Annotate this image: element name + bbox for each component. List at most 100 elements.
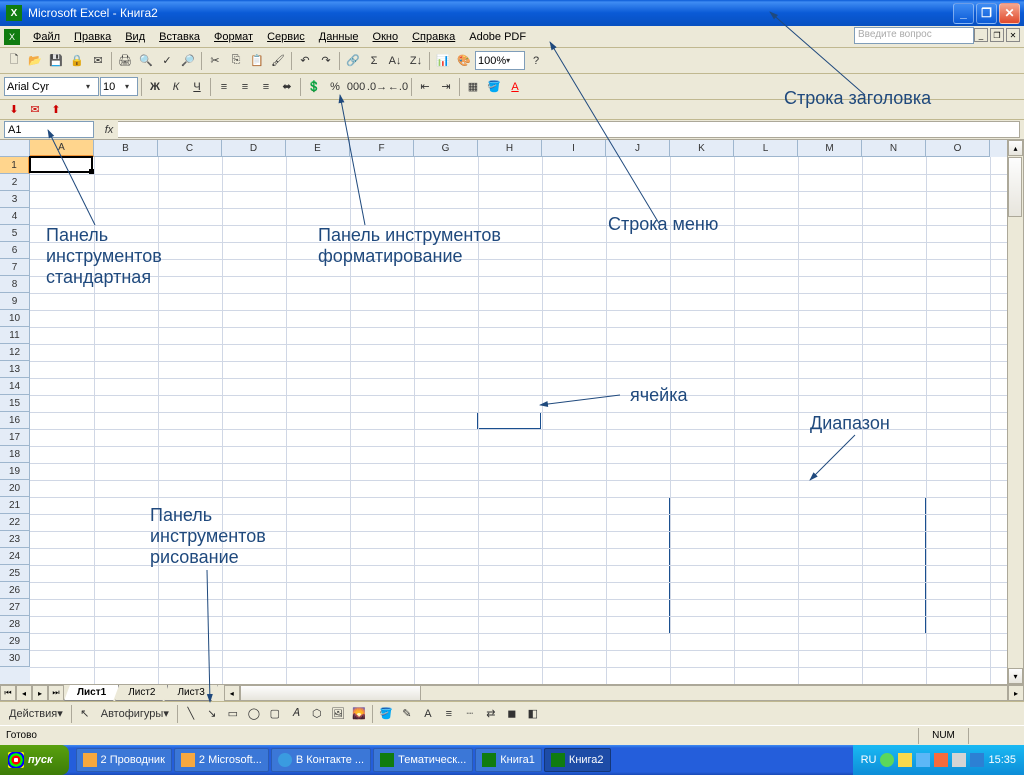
tray-icon-3[interactable] — [916, 753, 930, 767]
row-header-7[interactable]: 7 — [0, 259, 30, 276]
tray-clock[interactable]: 15:35 — [988, 754, 1016, 766]
menu-format[interactable]: Формат — [207, 29, 260, 45]
tray-icon-4[interactable] — [934, 753, 948, 767]
wordart-icon[interactable]: 𝐴 — [286, 704, 306, 724]
decrease-indent-icon[interactable]: ⇤ — [415, 77, 435, 97]
row-headers[interactable]: 1234567891011121314151617181920212223242… — [0, 157, 30, 684]
cells-area[interactable] — [30, 157, 1007, 684]
menu-insert[interactable]: Вставка — [152, 29, 207, 45]
prev-sheet-icon[interactable]: ◂ — [16, 685, 32, 701]
sort-asc-icon[interactable]: A↓ — [385, 51, 405, 71]
row-header-1[interactable]: 1 — [0, 157, 30, 174]
print-icon[interactable]: 🖨 — [115, 51, 135, 71]
row-header-4[interactable]: 4 — [0, 208, 30, 225]
row-header-24[interactable]: 24 — [0, 548, 30, 565]
autoshapes-menu[interactable]: Автофигуры ▾ — [96, 704, 174, 724]
col-header-B[interactable]: B — [94, 140, 158, 157]
fx-icon[interactable]: fx — [100, 124, 118, 136]
col-header-O[interactable]: O — [926, 140, 990, 157]
scroll-up-icon[interactable]: ▴ — [1008, 140, 1023, 156]
scroll-right-icon[interactable]: ▸ — [1008, 685, 1024, 701]
col-header-C[interactable]: C — [158, 140, 222, 157]
taskbar-item[interactable]: В Контакте ... — [271, 748, 371, 772]
col-header-M[interactable]: M — [798, 140, 862, 157]
comma-icon[interactable]: 000 — [346, 77, 366, 97]
taskbar-item[interactable]: Книга1 — [475, 748, 542, 772]
col-header-K[interactable]: K — [670, 140, 734, 157]
textbox-icon[interactable]: ▢ — [265, 704, 285, 724]
3d-icon[interactable]: ◧ — [523, 704, 543, 724]
taskbar-item[interactable]: Тематическ... — [373, 748, 473, 772]
line-style-icon[interactable]: ≡ — [439, 704, 459, 724]
row-header-22[interactable]: 22 — [0, 514, 30, 531]
help-icon[interactable]: ? — [526, 51, 546, 71]
row-header-18[interactable]: 18 — [0, 446, 30, 463]
row-header-17[interactable]: 17 — [0, 429, 30, 446]
pdf-review-icon[interactable]: ⬆ — [46, 100, 66, 120]
menu-help[interactable]: Справка — [405, 29, 462, 45]
sheet-tab-2[interactable]: Лист2 — [115, 685, 168, 701]
name-box[interactable]: A1 — [4, 121, 94, 138]
vscroll-thumb[interactable] — [1008, 157, 1022, 217]
app-menu-icon[interactable]: X — [4, 29, 20, 45]
drawing-icon[interactable]: 🎨 — [454, 51, 474, 71]
col-header-L[interactable]: L — [734, 140, 798, 157]
system-tray[interactable]: RU 15:35 — [853, 745, 1024, 775]
select-objects-icon[interactable]: ↖ — [75, 704, 95, 724]
row-header-11[interactable]: 11 — [0, 327, 30, 344]
merge-center-icon[interactable]: ⬌ — [277, 77, 297, 97]
align-center-icon[interactable]: ≡ — [235, 77, 255, 97]
row-header-12[interactable]: 12 — [0, 344, 30, 361]
row-header-14[interactable]: 14 — [0, 378, 30, 395]
increase-indent-icon[interactable]: ⇥ — [436, 77, 456, 97]
underline-icon[interactable]: Ч — [187, 77, 207, 97]
help-search-input[interactable]: Введите вопрос — [854, 27, 974, 44]
row-header-13[interactable]: 13 — [0, 361, 30, 378]
chart-icon[interactable]: 📊 — [433, 51, 453, 71]
currency-icon[interactable]: 💲 — [304, 77, 324, 97]
row-header-30[interactable]: 30 — [0, 650, 30, 667]
shadow-icon[interactable]: ◼ — [502, 704, 522, 724]
col-header-G[interactable]: G — [414, 140, 478, 157]
italic-icon[interactable]: К — [166, 77, 186, 97]
decrease-decimal-icon[interactable]: ←.0 — [388, 77, 408, 97]
menu-tools[interactable]: Сервис — [260, 29, 312, 45]
column-headers[interactable]: ABCDEFGHIJKLMNO — [30, 140, 1007, 157]
minimize-button[interactable]: _ — [953, 3, 974, 24]
open-icon[interactable]: 📂 — [25, 51, 45, 71]
mdi-minimize[interactable]: _ — [974, 28, 988, 42]
pdf-convert-icon[interactable]: ⬇ — [4, 100, 24, 120]
formula-input[interactable] — [118, 121, 1020, 138]
active-cell[interactable] — [29, 156, 93, 173]
row-header-10[interactable]: 10 — [0, 310, 30, 327]
menu-window[interactable]: Окно — [366, 29, 406, 45]
arrow-style-icon[interactable]: ⇄ — [481, 704, 501, 724]
tray-lang[interactable]: RU — [861, 754, 877, 766]
diagram-icon[interactable]: ⬡ — [307, 704, 327, 724]
row-header-26[interactable]: 26 — [0, 582, 30, 599]
col-header-E[interactable]: E — [286, 140, 350, 157]
taskbar-item[interactable]: Книга2 — [544, 748, 611, 772]
redo-icon[interactable]: ↷ — [316, 51, 336, 71]
maximize-button[interactable]: ❐ — [976, 3, 997, 24]
row-header-28[interactable]: 28 — [0, 616, 30, 633]
row-header-8[interactable]: 8 — [0, 276, 30, 293]
tray-icon-6[interactable] — [970, 753, 984, 767]
tray-icon-5[interactable] — [952, 753, 966, 767]
fill-color-draw-icon[interactable]: 🪣 — [376, 704, 396, 724]
col-header-D[interactable]: D — [222, 140, 286, 157]
font-color-draw-icon[interactable]: A — [418, 704, 438, 724]
cut-icon[interactable]: ✂ — [205, 51, 225, 71]
menu-adobe-pdf[interactable]: Adobe PDF — [462, 29, 533, 45]
permission-icon[interactable]: 🔒 — [67, 51, 87, 71]
col-header-N[interactable]: N — [862, 140, 926, 157]
row-header-6[interactable]: 6 — [0, 242, 30, 259]
row-header-19[interactable]: 19 — [0, 463, 30, 480]
research-icon[interactable]: 🔎 — [178, 51, 198, 71]
bold-icon[interactable]: Ж — [145, 77, 165, 97]
line-color-icon[interactable]: ✎ — [397, 704, 417, 724]
horizontal-scrollbar[interactable]: ◂ ▸ — [224, 685, 1024, 701]
menu-edit[interactable]: Правка — [67, 29, 118, 45]
col-header-J[interactable]: J — [606, 140, 670, 157]
select-all-corner[interactable] — [0, 140, 30, 157]
